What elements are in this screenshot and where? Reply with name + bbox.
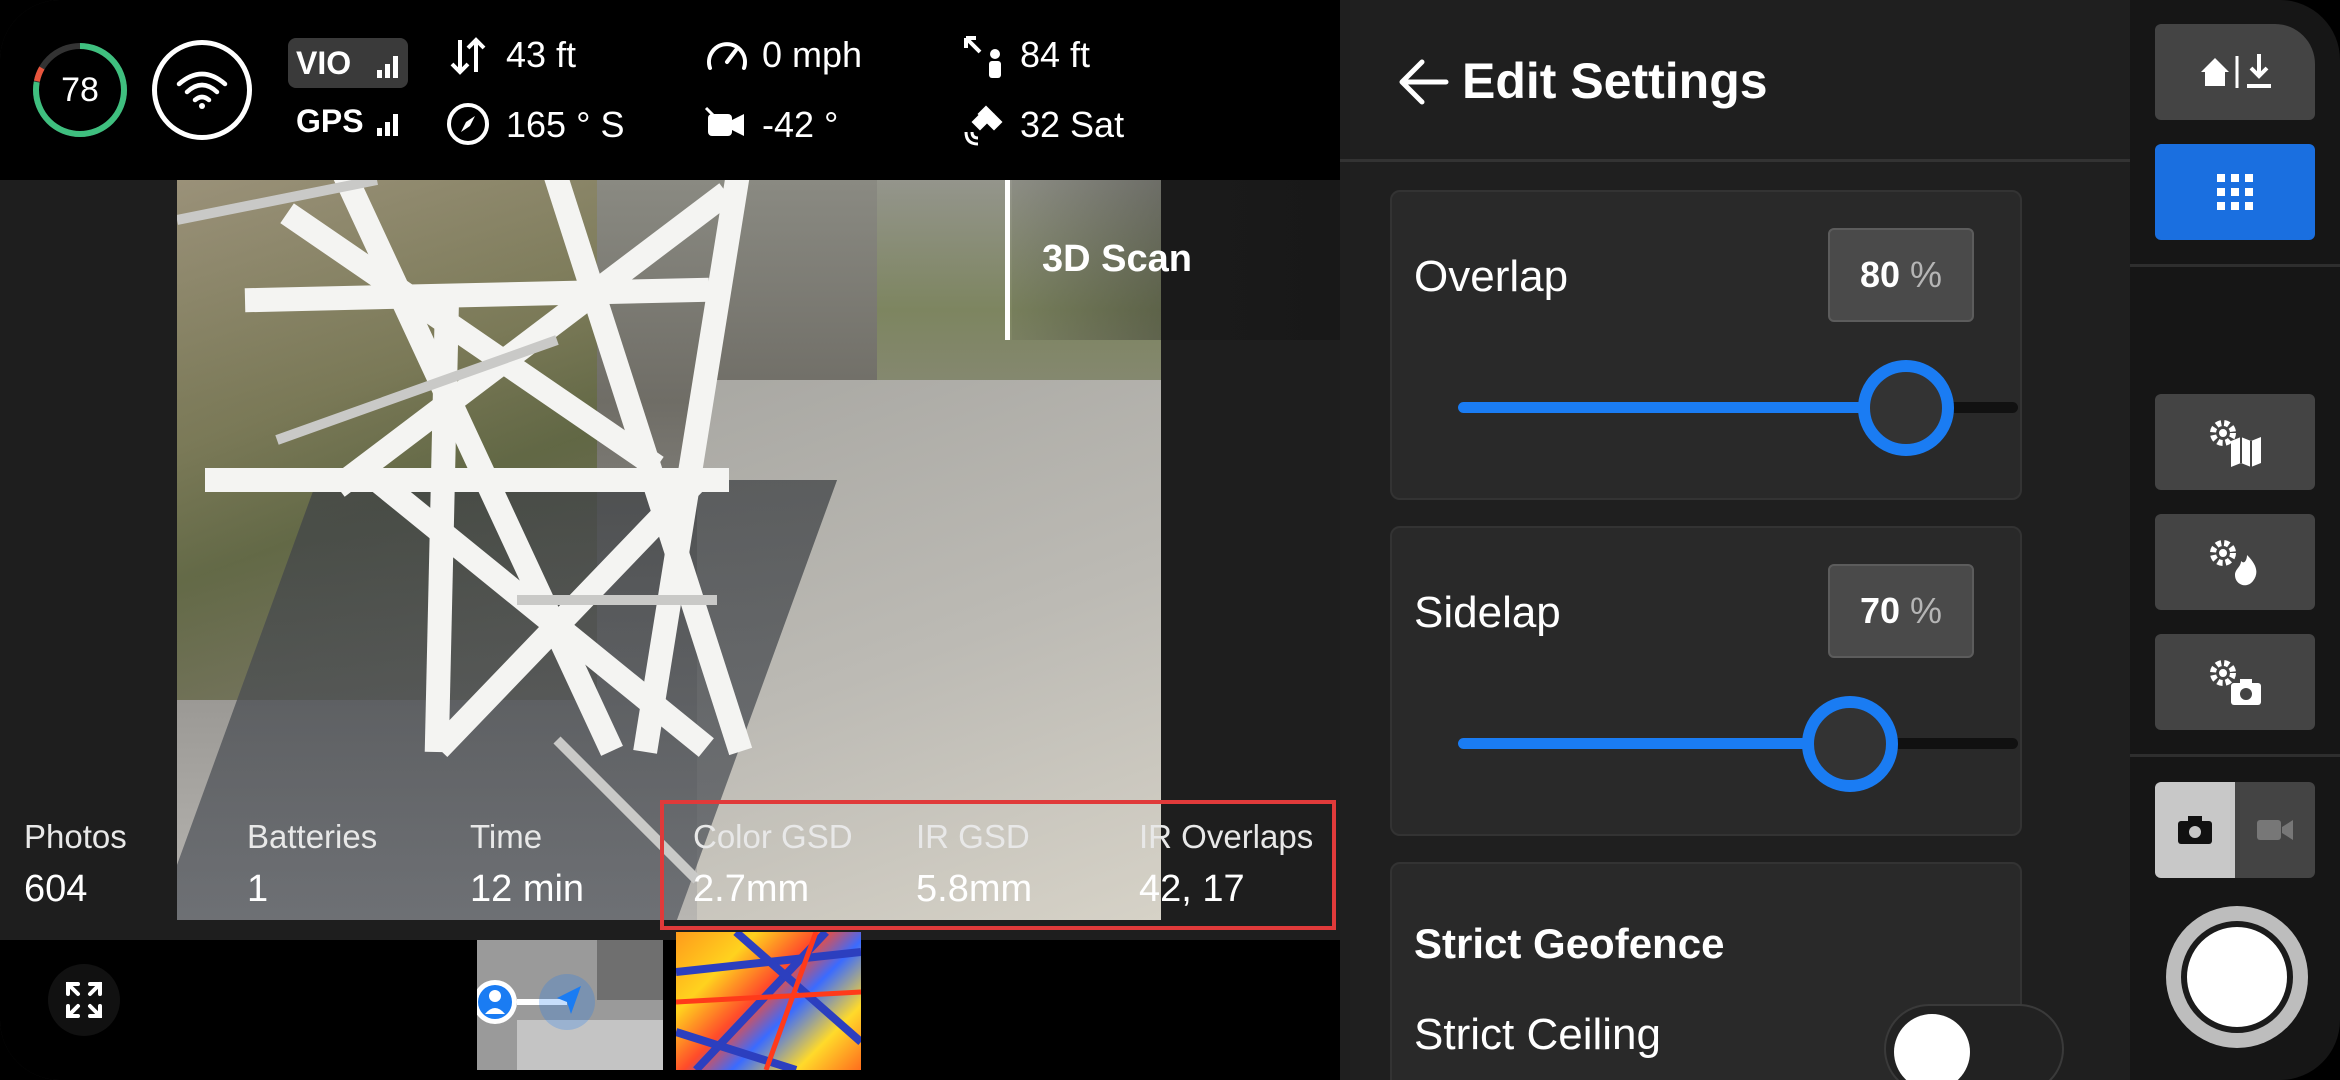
battery-percent[interactable]: 78	[30, 40, 130, 140]
gps-status[interactable]: GPS	[288, 96, 408, 146]
scan-mode-label: 3D Scan	[1042, 238, 1192, 280]
overlap-label: Overlap	[1414, 252, 1569, 301]
altitude-value: 43 ft	[506, 34, 577, 75]
sidelap-value-box[interactable]: 70 %	[1828, 564, 1974, 658]
panel-header: Edit Settings	[1340, 0, 2130, 162]
stat-value: 1	[247, 868, 269, 910]
stat-label: Batteries	[247, 818, 378, 855]
sidelap-value: 70	[1859, 590, 1901, 631]
map-thumbnail[interactable]	[477, 940, 663, 1070]
settings-panel: Edit Settings Overlap 80 % Sidelap 70 %	[1340, 0, 2130, 1080]
satellite-icon	[964, 105, 1003, 146]
expand-button[interactable]	[48, 964, 120, 1036]
distance-home-icon	[964, 36, 1001, 78]
stat-photos: Photos 604	[24, 818, 127, 911]
stat-time: Time 12 min	[470, 818, 584, 911]
stat-value: 604	[24, 868, 88, 910]
wifi-icon[interactable]	[152, 40, 252, 140]
panel-title: Edit Settings	[1462, 53, 1768, 109]
map-settings-icon	[2210, 420, 2261, 467]
signal-bars-icon	[377, 114, 398, 136]
app-screen: 78 VIO GPS 43 ft 165 ° S 0 mph -42 ° 84 …	[0, 0, 2340, 1080]
sidelap-slider-fill	[1458, 738, 1850, 749]
thermal-settings-button[interactable]	[2155, 514, 2315, 610]
photo-mode-button[interactable]	[2155, 782, 2235, 878]
signal-bars-icon	[377, 56, 398, 78]
overlap-slider[interactable]	[1458, 360, 2018, 456]
stat-label: Photos	[24, 818, 127, 855]
gimbal-pitch-value: -42 °	[762, 104, 839, 145]
video-mode-button[interactable]	[2235, 782, 2315, 878]
bottom-strip	[0, 940, 1340, 1080]
expand-icon	[66, 982, 102, 1018]
home-return-icon	[2201, 54, 2271, 88]
rail-divider	[2130, 264, 2340, 267]
gimbal-icon	[704, 106, 744, 136]
stat-value: 12 min	[470, 868, 585, 910]
overlap-slider-fill	[1458, 402, 1906, 413]
grid-menu-button[interactable]	[2155, 144, 2315, 240]
camera-settings-icon	[2210, 660, 2261, 705]
vio-label: VIO	[296, 45, 352, 81]
overlap-unit: %	[1910, 254, 1943, 295]
overlap-slider-handle[interactable]	[1858, 360, 1954, 456]
shutter-button[interactable]	[2166, 906, 2308, 1048]
strict-ceiling-toggle[interactable]	[1884, 1004, 2064, 1080]
heading-value: 165 ° S	[506, 104, 625, 145]
camera-pane: 78 VIO GPS 43 ft 165 ° S 0 mph -42 ° 84 …	[0, 0, 1340, 1080]
back-arrow-icon[interactable]	[1398, 56, 1450, 108]
capture-mode-toggle[interactable]	[2155, 782, 2315, 878]
overlap-value: 80	[1859, 254, 1901, 295]
toggle-knob	[1894, 1014, 1970, 1080]
sidelap-slider-handle[interactable]	[1802, 696, 1898, 792]
altitude-icon	[450, 37, 486, 75]
overlap-card: Overlap 80 %	[1390, 190, 2022, 500]
sidelap-card: Sidelap 70 %	[1390, 526, 2022, 836]
gsd-highlight-box	[660, 800, 1336, 930]
speedometer-icon	[707, 42, 747, 70]
scan-indicator-line	[1005, 180, 1010, 340]
thermal-thumbnail[interactable]	[676, 932, 861, 1070]
rail-divider	[2130, 754, 2340, 757]
map-settings-button[interactable]	[2155, 394, 2315, 490]
compass-icon	[447, 103, 489, 145]
photo-camera-icon	[2178, 816, 2212, 844]
video-camera-icon	[2257, 820, 2293, 840]
action-rail	[2130, 0, 2340, 1080]
return-home-button[interactable]	[2155, 24, 2315, 120]
camera-settings-button[interactable]	[2155, 634, 2315, 730]
distance-value: 84 ft	[1020, 34, 1091, 75]
shutter-button-core	[2181, 921, 2293, 1033]
grid-icon	[2217, 174, 2253, 210]
geofence-title: Strict Geofence	[1414, 920, 1725, 967]
gps-label: GPS	[296, 103, 364, 139]
speed-value: 0 mph	[762, 34, 863, 75]
sidelap-label: Sidelap	[1414, 588, 1561, 637]
satellites-value: 32 Sat	[1020, 104, 1125, 145]
thermal-settings-icon	[2210, 540, 2257, 586]
vio-status[interactable]: VIO	[288, 38, 408, 88]
strict-ceiling-label: Strict Ceiling	[1414, 1010, 1661, 1059]
stat-label: Time	[470, 818, 543, 855]
stat-batteries: Batteries 1	[247, 818, 377, 911]
geofence-card: Strict Geofence Strict Ceiling	[1390, 862, 2064, 1080]
telemetry-bar: 78 VIO GPS 43 ft 165 ° S 0 mph -42 ° 84 …	[0, 0, 1340, 180]
sidelap-slider[interactable]	[1458, 696, 2018, 792]
sidelap-unit: %	[1910, 590, 1943, 631]
overlap-value-box[interactable]: 80 %	[1828, 228, 1974, 322]
